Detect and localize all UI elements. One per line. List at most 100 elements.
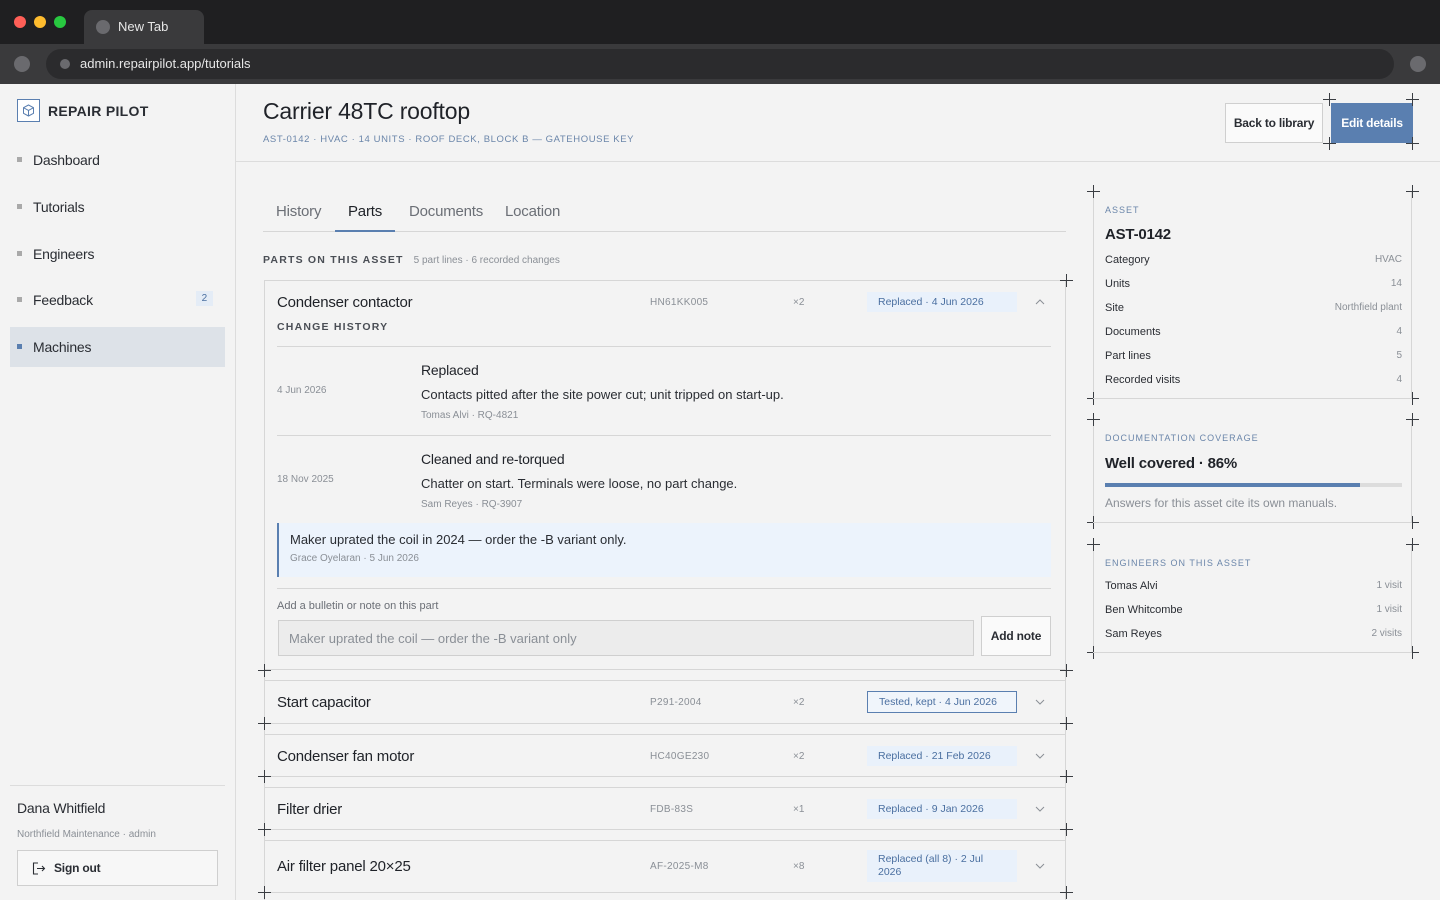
asset-value: 4 xyxy=(1396,326,1402,337)
entry-date: 4 Jun 2026 xyxy=(277,385,327,396)
asset-key: Recorded visits xyxy=(1105,374,1181,386)
asset-subtitle: AST-0142 · HVAC · 14 UNITS · ROOF DECK, … xyxy=(263,134,635,145)
corner-mark xyxy=(1060,886,1073,899)
tab-favicon-icon xyxy=(96,20,110,34)
corner-mark xyxy=(1087,413,1100,426)
corner-mark xyxy=(258,664,271,677)
back-nav-icon[interactable] xyxy=(14,56,30,72)
note-input[interactable] xyxy=(278,620,974,656)
brand-name: REPAIR PILOT xyxy=(48,102,149,119)
engineer-row[interactable]: Ben Whitcombe 1 visit xyxy=(1105,604,1402,616)
page-title: Carrier 48TC rooftop xyxy=(263,98,470,124)
entry-action: Replaced xyxy=(421,362,479,378)
engineers-panel: ENGINEERS ON THIS ASSET Tomas Alvi 1 visi… xyxy=(1093,544,1412,652)
minimize-window-button[interactable] xyxy=(34,16,46,28)
corner-mark xyxy=(1060,823,1073,836)
sidebar-item-label: Dashboard xyxy=(33,152,100,168)
profile-icon[interactable] xyxy=(1410,56,1426,72)
part-row-air-filter-panel[interactable]: Air filter panel 20×25 AF-2025-M8 ×8 Rep… xyxy=(277,840,1052,892)
sign-out-button[interactable]: Sign out xyxy=(17,850,218,886)
corner-mark xyxy=(1060,770,1073,783)
user-org: Northfield Maintenance · admin xyxy=(17,829,156,840)
divider xyxy=(264,892,1066,893)
asset-row: Units 14 xyxy=(1105,278,1402,290)
close-window-button[interactable] xyxy=(14,16,26,28)
asset-row: Category HVAC xyxy=(1105,254,1402,266)
part-row-condenser-contactor[interactable]: Condenser contactor HN61KK005 ×2 Replace… xyxy=(277,280,1052,324)
bullet-icon xyxy=(17,297,22,302)
part-row-start-capacitor[interactable]: Start capacitor P291-2004 ×2 Tested, kep… xyxy=(277,680,1052,724)
sidebar-item-engineers[interactable]: Engineers xyxy=(10,234,225,274)
asset-key: Units xyxy=(1105,278,1131,290)
sidebar-item-label: Feedback xyxy=(33,292,93,308)
asset-key: Category xyxy=(1105,254,1150,266)
corner-mark xyxy=(258,717,271,730)
tab-history[interactable]: History xyxy=(263,203,334,231)
maximize-window-button[interactable] xyxy=(54,16,66,28)
part-name: Start capacitor xyxy=(277,693,371,711)
bullet-icon xyxy=(17,204,22,209)
chevron-down-icon[interactable] xyxy=(1035,696,1045,708)
asset-row: Documents 4 xyxy=(1105,326,1402,338)
sidebar-item-dashboard[interactable]: Dashboard xyxy=(10,140,225,180)
part-row-filter-drier[interactable]: Filter drier FDB-83S ×1 Replaced · 9 Jan… xyxy=(277,787,1052,831)
sign-out-label: Sign out xyxy=(54,861,101,875)
sidebar-item-feedback[interactable]: Feedback 2 xyxy=(10,280,225,320)
status-badge: Tested, kept · 4 Jun 2026 xyxy=(867,691,1017,713)
sidebar-item-machines[interactable]: Machines xyxy=(10,327,225,367)
status-badge: Replaced (all 8) · 2 Jul 2026 xyxy=(867,850,1017,882)
address-bar[interactable]: admin.repairpilot.app/tutorials xyxy=(46,49,1394,79)
site-info-icon[interactable] xyxy=(60,59,70,69)
asset-value: 14 xyxy=(1390,278,1402,289)
bulletin-note: Maker uprated the coil in 2024 — order t… xyxy=(277,523,1051,577)
sidebar: REPAIR PILOT Dashboard Tutorials Enginee… xyxy=(0,84,236,900)
back-to-library-button[interactable]: Back to library xyxy=(1225,103,1323,143)
bullet-icon xyxy=(17,157,22,162)
chevron-down-icon[interactable] xyxy=(1035,750,1045,762)
engineer-name: Sam Reyes xyxy=(1105,628,1162,640)
sidebar-item-tutorials[interactable]: Tutorials xyxy=(10,187,225,227)
add-note-button[interactable]: Add note xyxy=(981,616,1051,656)
part-row-condenser-fan-motor[interactable]: Condenser fan motor HC40GE230 ×2 Replace… xyxy=(277,734,1052,778)
divider xyxy=(264,669,1066,670)
corner-mark xyxy=(258,823,271,836)
entry-meta: Tomas Alvi · RQ-4821 xyxy=(421,410,519,421)
edit-details-button[interactable]: Edit details xyxy=(1331,103,1413,143)
tab-parts[interactable]: Parts xyxy=(335,203,396,232)
browser-tab[interactable]: New Tab xyxy=(84,10,204,44)
coverage-panel: DOCUMENTATION COVERAGE Well covered · 86… xyxy=(1093,419,1412,522)
coverage-note: Answers for this asset cite its own manu… xyxy=(1105,496,1338,510)
part-code: HN61KK005 xyxy=(650,296,709,308)
engineer-visits: 1 visit xyxy=(1376,604,1402,615)
section-title: PARTS ON THIS ASSET xyxy=(263,254,404,266)
engineer-visits: 2 visits xyxy=(1371,628,1402,639)
corner-mark xyxy=(1406,413,1419,426)
asset-row: Site Northfield plant xyxy=(1105,302,1402,314)
cube-icon xyxy=(17,99,40,122)
add-note-label: Add a bulletin or note on this part xyxy=(277,600,439,612)
note-text: Maker uprated the coil in 2024 — order t… xyxy=(290,532,627,547)
brand-logo[interactable]: REPAIR PILOT xyxy=(17,99,149,122)
engineer-row[interactable]: Sam Reyes 2 visits xyxy=(1105,628,1402,640)
divider xyxy=(1093,398,1412,399)
part-qty: ×2 xyxy=(793,696,805,708)
asset-value: HVAC xyxy=(1374,254,1402,265)
part-qty: ×1 xyxy=(793,803,805,815)
chevron-down-icon[interactable] xyxy=(1035,803,1045,815)
asset-key: Site xyxy=(1105,302,1124,314)
corner-mark xyxy=(258,770,271,783)
asset-value: 4 xyxy=(1396,374,1402,385)
user-name: Dana Whitfield xyxy=(17,800,106,816)
tab-documents[interactable]: Documents xyxy=(396,203,496,231)
chevron-up-icon[interactable] xyxy=(1035,296,1045,308)
coverage-progress-bar xyxy=(1105,483,1402,487)
engineer-row[interactable]: Tomas Alvi 1 visit xyxy=(1105,580,1402,592)
entry-description: Contacts pitted after the site power cut… xyxy=(421,387,784,402)
part-code: HC40GE230 xyxy=(650,750,710,762)
browser-titlebar: New Tab xyxy=(0,0,1440,44)
panel-label: ENGINEERS ON THIS ASSET xyxy=(1105,558,1252,568)
status-badge: Replaced · 21 Feb 2026 xyxy=(867,746,1017,766)
asset-value: 5 xyxy=(1396,350,1402,361)
chevron-down-icon[interactable] xyxy=(1035,860,1045,872)
tab-location[interactable]: Location xyxy=(492,203,573,231)
